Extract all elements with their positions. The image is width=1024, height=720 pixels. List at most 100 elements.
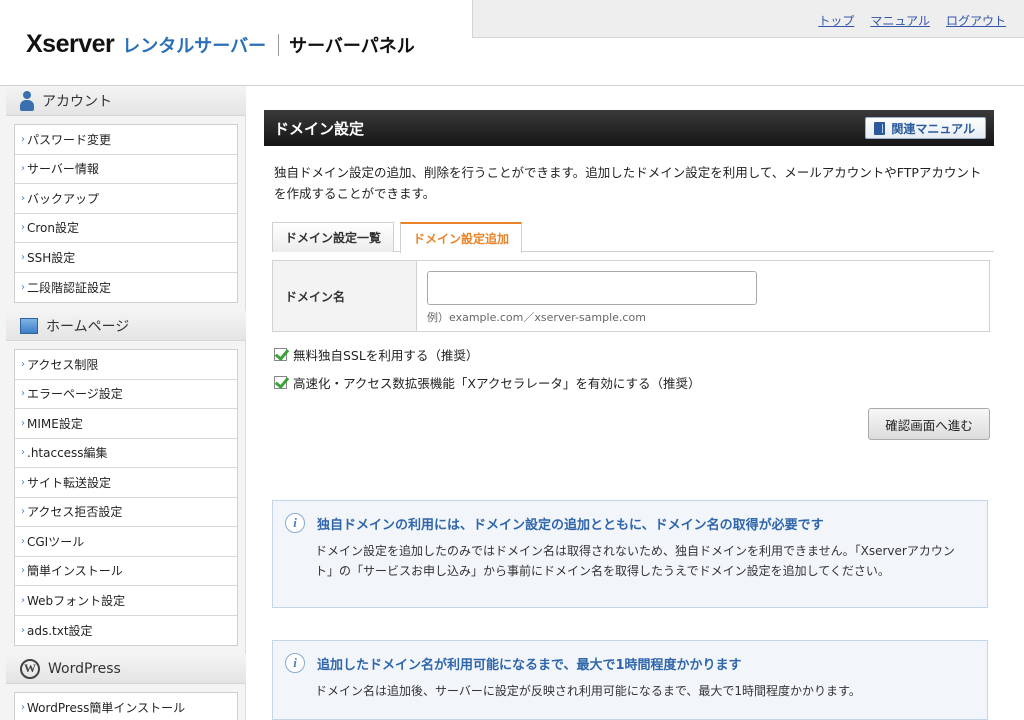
- sidebar-item-label: サイト転送設定: [27, 475, 112, 490]
- sidebar-item-mime[interactable]: › MIME設定: [15, 409, 237, 439]
- logo-panel: サーバーパネル: [289, 35, 415, 57]
- domain-form: ドメイン名 例）example.com／xserver-sample.com: [272, 260, 990, 332]
- chevron-right-icon: ›: [21, 281, 25, 293]
- sidebar-item-label: Webフォント設定: [27, 593, 126, 608]
- sidebar-item-htaccess[interactable]: › .htaccess編集: [15, 439, 237, 468]
- info-box-domain-acquisition: i 独自ドメインの利用には、ドメイン設定の追加とともに、ドメイン名の取得が必要で…: [272, 500, 988, 608]
- accelerator-checkbox[interactable]: [274, 375, 287, 389]
- sidebar-item-label: ads.txt設定: [27, 623, 93, 638]
- page-icon: [20, 317, 38, 334]
- page-title: ドメイン設定: [274, 119, 365, 138]
- top-link-logout[interactable]: ログアウト: [946, 12, 1006, 29]
- domain-name-label: ドメイン名: [273, 261, 417, 331]
- info-box-header: i 独自ドメインの利用には、ドメイン設定の追加とともに、ドメイン名の取得が必要で…: [285, 513, 987, 533]
- chevron-right-icon: ›: [21, 565, 25, 577]
- sidebar-section-title: WordPress: [48, 660, 121, 677]
- sidebar-section-title: アカウント: [42, 93, 112, 110]
- sidebar-section-homepage: ホームページ › アクセス制限 › エラーページ設定 › MIME設定 › .htacc…: [6, 311, 246, 646]
- tab-bar: ドメイン設定一覧 ドメイン設定追加: [272, 222, 994, 253]
- chevron-right-icon: ›: [21, 133, 25, 145]
- sidebar-item-access-deny[interactable]: › アクセス拒否設定: [15, 498, 237, 527]
- sidebar-item-wp-install[interactable]: › WordPress簡単インストール: [15, 693, 237, 720]
- top-link-manual[interactable]: マニュアル: [870, 12, 930, 29]
- sidebar-item-access-restriction[interactable]: › アクセス制限: [15, 350, 237, 380]
- sidebar-item-label: バックアップ: [27, 191, 100, 206]
- sidebar-item-webfont[interactable]: › Webフォント設定: [15, 586, 237, 616]
- sidebar-item-error-page[interactable]: › エラーページ設定: [15, 380, 237, 409]
- sidebar-section-wordpress: W WordPress › WordPress簡単インストール: [6, 654, 246, 720]
- sidebar-item-ads-txt[interactable]: › ads.txt設定: [15, 616, 237, 646]
- page-title-bar: ドメイン設定 関連マニュアル: [264, 110, 994, 146]
- tab-domain-list[interactable]: ドメイン設定一覧: [272, 222, 395, 252]
- accelerator-checkbox-row[interactable]: 高速化・アクセス数拡張機能「Xアクセラレータ」を有効にする（推奨）: [274, 368, 994, 396]
- top-link-bar: トップ マニュアル ログアウト: [472, 0, 1024, 38]
- sidebar: アカウント › パスワード変更 › サーバー情報 › バックアップ › Cron設定 ›…: [0, 86, 246, 720]
- domain-name-hint: 例）example.com／xserver-sample.com: [427, 311, 646, 324]
- sidebar-list: › WordPress簡単インストール: [14, 692, 238, 720]
- confirm-button[interactable]: 確認画面へ進む: [868, 408, 990, 440]
- sidebar-item-label: アクセス制限: [27, 357, 99, 372]
- sidebar-item-2fa[interactable]: › 二段階認証設定: [15, 273, 237, 303]
- sidebar-list: › アクセス制限 › エラーページ設定 › MIME設定 › .htaccess編集 ›…: [14, 349, 238, 646]
- info-box-propagation: i 追加したドメイン名が利用可能になるまで、最大で1時間程度かかります ドメイン…: [272, 640, 988, 720]
- ssl-checkbox-label: 無料独自SSLを利用する（推奨）: [293, 347, 479, 363]
- sidebar-list: › パスワード変更 › サーバー情報 › バックアップ › Cron設定 › SSH設定 …: [14, 124, 238, 303]
- top-link-top[interactable]: トップ: [818, 12, 854, 29]
- chevron-right-icon: ›: [21, 251, 25, 263]
- info-box-title: 追加したドメイン名が利用可能になるまで、最大で1時間程度かかります: [317, 657, 742, 673]
- info-icon: i: [285, 653, 305, 673]
- info-box-body: ドメイン名は追加後、サーバーに設定が反映され利用可能になるまで、最大で1時間程度…: [315, 684, 861, 698]
- ssl-checkbox-row[interactable]: 無料独自SSLを利用する（推奨）: [274, 340, 994, 368]
- chevron-right-icon: ›: [21, 222, 25, 234]
- sidebar-item-cron[interactable]: › Cron設定: [15, 214, 237, 243]
- ssl-checkbox[interactable]: [274, 347, 287, 361]
- accelerator-checkbox-label: 高速化・アクセス数拡張機能「Xアクセラレータ」を有効にする（推奨）: [293, 375, 701, 391]
- chevron-right-icon: ›: [21, 702, 25, 714]
- sidebar-item-label: エラーページ設定: [27, 387, 123, 402]
- sidebar-item-ssh[interactable]: › SSH設定: [15, 243, 237, 273]
- sidebar-item-label: 簡単インストール: [27, 564, 123, 579]
- sidebar-item-label: アクセス拒否設定: [27, 505, 123, 520]
- book-icon: [874, 121, 886, 135]
- chevron-right-icon: ›: [21, 476, 25, 488]
- info-box-body: ドメイン設定を追加したのみではドメイン名は取得されないため、独自ドメインを利用で…: [315, 544, 955, 578]
- sidebar-item-easy-install[interactable]: › 簡単インストール: [15, 557, 237, 586]
- chevron-right-icon: ›: [21, 192, 25, 204]
- chevron-right-icon: ›: [21, 388, 25, 400]
- sidebar-item-cgi[interactable]: › CGIツール: [15, 527, 237, 557]
- wordpress-icon: W: [20, 658, 40, 679]
- logo-separator: [278, 33, 280, 56]
- sidebar-section-header: W WordPress: [6, 654, 246, 684]
- sidebar-item-server-info[interactable]: › サーバー情報: [15, 155, 237, 184]
- info-box-header: i 追加したドメイン名が利用可能になるまで、最大で1時間程度かかります: [285, 653, 987, 673]
- sidebar-item-label: MIME設定: [27, 416, 83, 431]
- sidebar-item-label: サーバー情報: [27, 162, 99, 177]
- person-icon: [20, 90, 34, 111]
- chevron-right-icon: ›: [21, 447, 25, 459]
- sidebar-item-label: SSH設定: [27, 250, 76, 265]
- chevron-right-icon: ›: [21, 163, 25, 175]
- logo-brand: Xserver: [26, 30, 115, 58]
- chevron-right-icon: ›: [21, 594, 25, 606]
- chevron-right-icon: ›: [21, 358, 25, 370]
- domain-name-cell: 例）example.com／xserver-sample.com: [417, 261, 989, 331]
- sidebar-item-redirect[interactable]: › サイト転送設定: [15, 468, 237, 498]
- logo[interactable]: Xserver レンタルサーバー サーバーパネル: [26, 30, 415, 59]
- chevron-right-icon: ›: [21, 506, 25, 518]
- top-links: トップ マニュアル ログアウト: [818, 12, 1006, 29]
- sidebar-item-label: CGIツール: [27, 534, 85, 549]
- main-content: ドメイン設定 関連マニュアル 独自ドメイン設定の追加、削除を行うことができます。…: [264, 110, 994, 720]
- sidebar-item-label: パスワード変更: [27, 132, 112, 147]
- sidebar-section-header: アカウント: [6, 86, 246, 116]
- chevron-right-icon: ›: [21, 535, 25, 547]
- sidebar-item-label: Cron設定: [27, 221, 79, 236]
- sidebar-item-backup[interactable]: › バックアップ: [15, 184, 237, 214]
- chevron-right-icon: ›: [21, 624, 25, 636]
- domain-name-input[interactable]: [427, 271, 757, 305]
- tab-domain-add[interactable]: ドメイン設定追加: [400, 222, 523, 253]
- logo-rental: レンタルサーバー: [122, 35, 267, 57]
- sidebar-section-title: ホームページ: [46, 318, 130, 335]
- sidebar-item-password[interactable]: › パスワード変更: [15, 125, 237, 155]
- related-manual-button[interactable]: 関連マニュアル: [865, 117, 986, 139]
- info-icon: i: [285, 513, 305, 533]
